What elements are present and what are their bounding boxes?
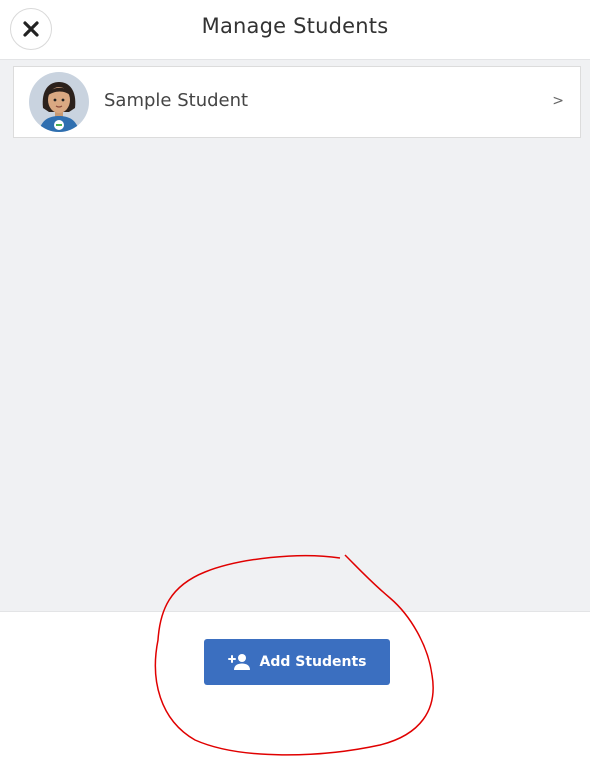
student-name: Sample Student (104, 90, 249, 111)
chevron-right-icon: > (552, 93, 564, 109)
add-person-icon (228, 654, 251, 670)
student-row[interactable]: Sample Student > (13, 66, 581, 138)
add-students-label: Add Students (259, 654, 367, 670)
page-title: Manage Students (201, 14, 389, 38)
footer-bar: Add Students (0, 611, 590, 758)
student-avatar (29, 72, 89, 132)
add-students-button[interactable]: Add Students (204, 639, 390, 685)
student-list-area: Sample Student > (0, 60, 590, 611)
header-bar: Manage Students (0, 0, 590, 60)
